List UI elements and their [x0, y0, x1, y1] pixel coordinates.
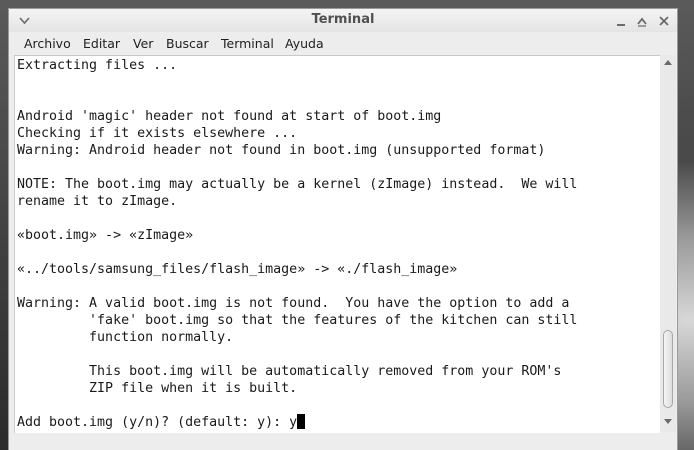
terminal-line: rename it to zImage.: [17, 194, 178, 209]
menu-ver[interactable]: Ver: [133, 36, 153, 51]
terminal-line: 'fake' boot.img so that the features of …: [17, 313, 578, 328]
close-icon[interactable]: [656, 13, 672, 29]
terminal-line: function normally.: [17, 330, 234, 345]
terminal-line: ZIP file when it is built.: [17, 381, 298, 396]
terminal-line: Warning: A valid boot.img is not found. …: [17, 296, 570, 311]
maximize-icon[interactable]: [634, 13, 650, 29]
menu-ayuda[interactable]: Ayuda: [285, 36, 324, 51]
terminal-line: Checking if it exists elsewhere ...: [17, 126, 298, 141]
window-controls: [613, 13, 673, 29]
terminal-window: Terminal Archivo Editar Ver Buscar Termi…: [8, 8, 678, 450]
scroll-down-icon[interactable]: [664, 419, 672, 424]
menu-terminal[interactable]: Terminal: [221, 36, 274, 51]
terminal-line: Extracting files ...: [17, 58, 178, 73]
window-bottom-edge: [9, 433, 677, 450]
scrollbar-thumb[interactable]: [663, 330, 673, 408]
minimize-icon[interactable]: [613, 13, 629, 29]
text-cursor: [297, 414, 306, 429]
terminal-line: This boot.img will be automatically remo…: [17, 364, 562, 379]
menu-archivo[interactable]: Archivo: [24, 36, 71, 51]
window-title: Terminal: [311, 12, 375, 27]
terminal-line: «../tools/samsung_files/flash_image» -> …: [17, 262, 458, 277]
menu-buscar[interactable]: Buscar: [166, 36, 209, 51]
title-bar[interactable]: Terminal: [9, 9, 677, 33]
terminal-line: Warning: Android header not found in boo…: [17, 143, 546, 158]
terminal-text: Extracting files ... Android 'magic' hea…: [17, 57, 577, 431]
scroll-up-icon[interactable]: [664, 60, 672, 65]
terminal-prompt-line: Add boot.img (y/n)? (default: y): y: [17, 415, 298, 430]
terminal-output-area[interactable]: Extracting files ... Android 'magic' hea…: [14, 55, 660, 433]
menu-editar[interactable]: Editar: [83, 36, 120, 51]
terminal-line: «boot.img» -> «zImage»: [17, 228, 194, 243]
menu-bar: Archivo Editar Ver Buscar Terminal Ayuda: [9, 32, 677, 54]
vertical-scrollbar[interactable]: [660, 55, 676, 432]
terminal-line: Android 'magic' header not found at star…: [17, 109, 442, 124]
terminal-line: NOTE: The boot.img may actually be a ker…: [17, 177, 578, 192]
